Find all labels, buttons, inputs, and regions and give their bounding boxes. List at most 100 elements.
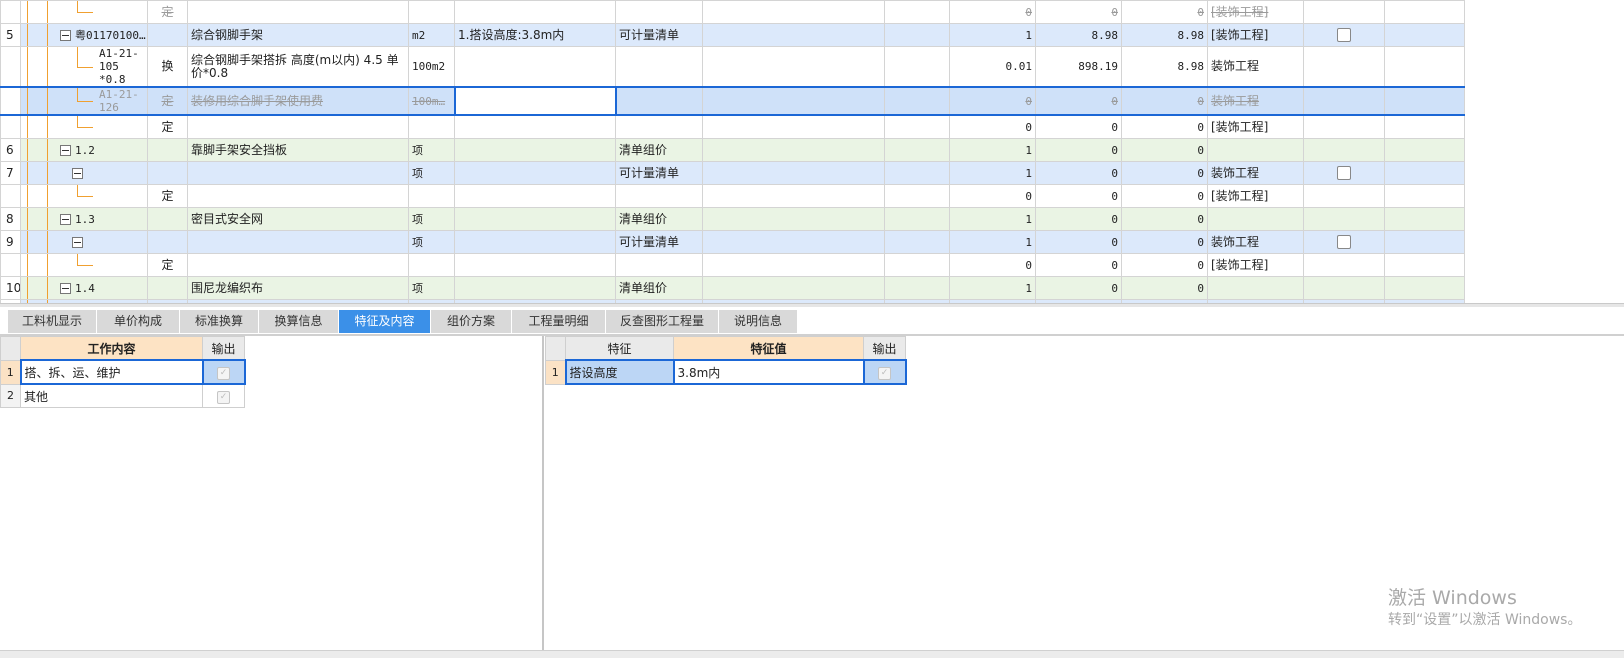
tab-labor-material[interactable]: 工料机显示 [8,310,97,333]
expression-cell[interactable] [702,184,885,208]
category-cell[interactable] [615,46,703,88]
col-header-feature[interactable]: 特征 [565,336,674,361]
quantity-cell[interactable]: 1 [949,138,1036,162]
type-cell[interactable] [147,230,188,254]
name-cell[interactable] [187,0,409,24]
table-row[interactable]: 定 0 0 0 [装饰工程] [0,253,1465,277]
formula-cell[interactable] [884,207,950,231]
feature-cell[interactable] [454,46,616,88]
formula-cell[interactable] [884,230,950,254]
checkbox-cell[interactable] [1303,276,1385,300]
checkbox-cell[interactable] [1303,23,1385,47]
major-cell[interactable]: [装饰工程] [1207,184,1304,208]
table-row[interactable]: 2 其他 ✓ [0,383,245,408]
total-price-cell[interactable]: 0 [1121,207,1208,231]
expression-cell[interactable] [702,23,885,47]
type-cell[interactable]: 定 [147,0,188,24]
code-cell[interactable]: 1.3 [20,207,148,231]
unit-cell[interactable] [408,0,455,24]
name-cell[interactable] [187,114,409,139]
checkbox-cell[interactable] [1303,207,1385,231]
feature-cell[interactable] [454,184,616,208]
quantity-cell[interactable]: 1 [949,161,1036,185]
total-price-cell[interactable]: 0 [1121,161,1208,185]
unit-cell[interactable] [408,184,455,208]
formula-cell[interactable] [884,46,950,88]
unit-price-cell[interactable]: 0 [1035,138,1122,162]
feature-cell[interactable] [454,0,616,24]
major-cell[interactable]: [装饰工程] [1207,23,1304,47]
unit-cell[interactable]: 100m2 [408,46,455,88]
code-cell[interactable] [20,230,148,254]
unit-cell[interactable]: 100m… [408,86,455,116]
feature-cell[interactable] [454,114,616,139]
collapse-icon[interactable] [72,237,83,248]
table-row[interactable]: 6 1.2 靠脚手架安全挡板项清单组价 1 0 0 [0,138,1465,162]
extra-cell[interactable] [1384,253,1465,277]
name-cell[interactable] [187,161,409,185]
major-cell[interactable]: [装饰工程] [1207,253,1304,277]
unit-price-cell[interactable]: 0 [1035,276,1122,300]
tab-standard-conversion[interactable]: 标准换算 [180,310,259,333]
code-cell[interactable] [20,0,148,24]
tab-unit-price[interactable]: 单价构成 [97,310,180,333]
category-cell[interactable]: 可计量清单 [615,230,703,254]
category-cell[interactable] [615,86,703,116]
collapse-icon[interactable] [60,214,71,225]
type-cell[interactable] [147,207,188,231]
code-cell[interactable] [20,253,148,277]
total-price-cell[interactable]: 0 [1121,230,1208,254]
feature-cell[interactable] [454,276,616,300]
code-cell[interactable]: A1-21-105 *0.8 [20,46,148,88]
formula-cell[interactable] [884,253,950,277]
col-header-feature-value[interactable]: 特征值 [673,336,864,361]
category-cell[interactable]: 可计量清单 [615,23,703,47]
formula-cell[interactable] [884,86,950,116]
quantity-cell[interactable]: 1 [949,230,1036,254]
unit-price-cell[interactable]: 8.98 [1035,23,1122,47]
total-price-cell[interactable]: 8.98 [1121,46,1208,88]
unit-price-cell[interactable]: 0 [1035,207,1122,231]
unit-price-cell[interactable]: 0 [1035,184,1122,208]
table-row[interactable]: 1 搭、拆、运、维护 ✓ [0,359,246,385]
name-cell[interactable]: 密目式安全网 [187,207,409,231]
unit-price-cell[interactable]: 898.19 [1035,46,1122,88]
type-cell[interactable] [147,23,188,47]
table-row[interactable]: A1-21-126 定装修用综合脚手架使用费 100m… 0 0 0 装饰工程 [0,86,1465,116]
category-cell[interactable] [615,253,703,277]
expression-cell[interactable] [702,276,885,300]
table-row[interactable]: A1-21-105 *0.8 换综合钢脚手架搭拆 高度(m以内) 4.5 单价*0… [0,46,1465,88]
name-cell[interactable]: 装修用综合脚手架使用费 [187,86,409,116]
extra-cell[interactable] [1384,161,1465,185]
checkbox[interactable] [1337,166,1351,180]
quantity-cell[interactable]: 1 [949,207,1036,231]
major-cell[interactable]: 装饰工程 [1207,46,1304,88]
formula-cell[interactable] [884,23,950,47]
unit-cell[interactable] [408,114,455,139]
unit-price-cell[interactable]: 0 [1035,0,1122,24]
expression-cell[interactable] [702,86,885,116]
code-cell[interactable]: 1.2 [20,138,148,162]
checkbox-cell[interactable] [1303,86,1385,116]
table-row[interactable]: 8 1.3 密目式安全网项清单组价 1 0 0 [0,207,1465,231]
collapse-icon[interactable] [60,283,71,294]
name-cell[interactable]: 综合钢脚手架 [187,23,409,47]
extra-cell[interactable] [1384,276,1465,300]
category-cell[interactable] [615,184,703,208]
extra-cell[interactable] [1384,0,1465,24]
table-row[interactable]: 定 0 0 0 [装饰工程] [0,0,1465,24]
major-cell[interactable] [1207,207,1304,231]
table-row[interactable]: 10 1.4 围尼龙编织布项清单组价 1 0 0 [0,276,1465,300]
output-checkbox[interactable]: ✓ [202,383,245,408]
major-cell[interactable]: [装饰工程] [1207,114,1304,139]
unit-cell[interactable]: 项 [408,161,455,185]
total-price-cell[interactable]: 0 [1121,253,1208,277]
category-cell[interactable]: 清单组价 [615,138,703,162]
code-cell[interactable] [20,184,148,208]
output-checkbox[interactable]: ✓ [201,359,246,385]
major-cell[interactable]: [装饰工程] [1207,0,1304,24]
extra-cell[interactable] [1384,207,1465,231]
quantity-cell[interactable]: 0.01 [949,46,1036,88]
tab-graphic-quantity[interactable]: 反查图形工程量 [606,310,719,333]
name-cell[interactable]: 综合钢脚手架搭拆 高度(m以内) 4.5 单价*0.8 [187,46,409,88]
